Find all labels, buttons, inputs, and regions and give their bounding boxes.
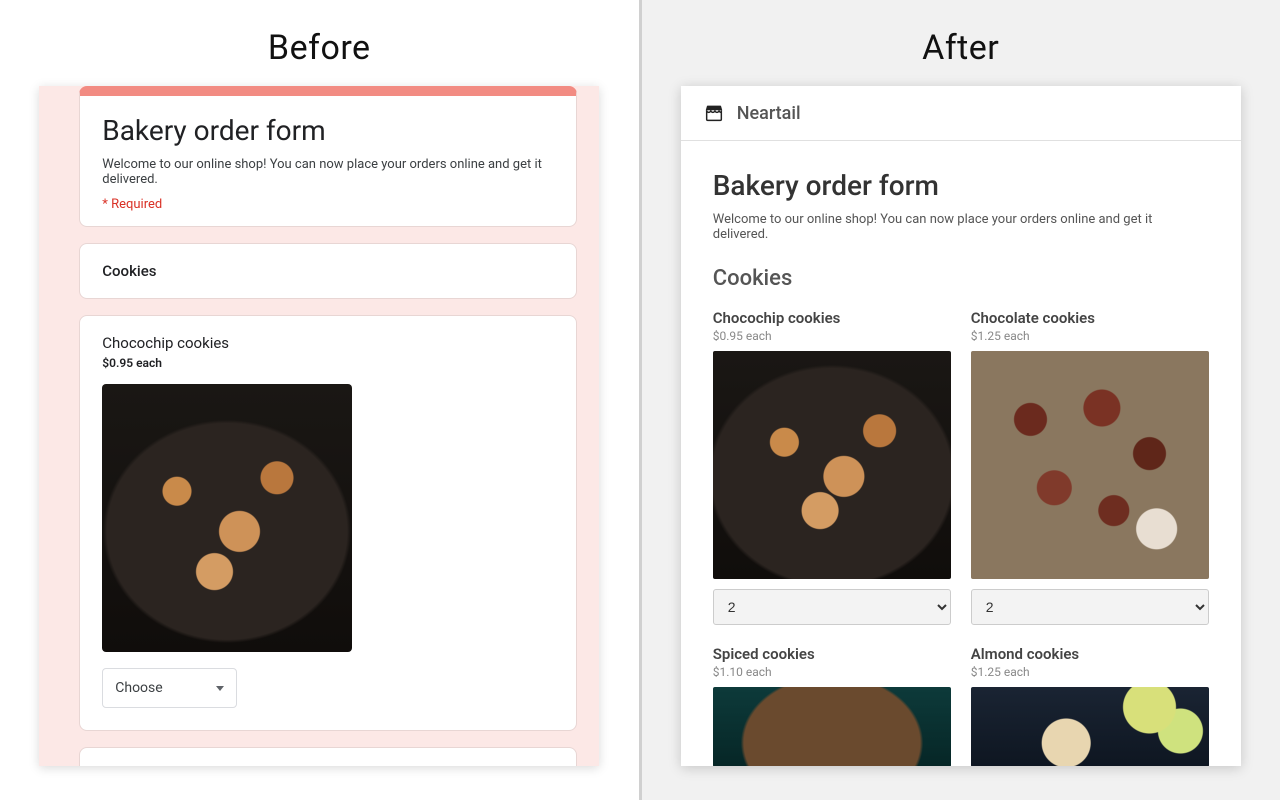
form-header-card: Bakery order form Welcome to our online … <box>79 86 577 227</box>
product-card-chocochip: Chocochip cookies $0.95 each Choose <box>79 315 577 731</box>
quantity-select[interactable]: 2 <box>713 589 951 625</box>
neartail-form-card: Neartail Bakery order form Welcome to ou… <box>681 86 1241 766</box>
before-heading: Before <box>0 0 639 86</box>
form-title: Bakery order form <box>713 169 1209 202</box>
store-icon <box>703 102 725 124</box>
product-image <box>713 687 951 766</box>
product-price: $0.95 each <box>713 329 951 343</box>
after-pane: After Neartail Bakery order form Welcome… <box>642 0 1280 800</box>
form-title: Bakery order form <box>102 114 554 147</box>
neartail-header: Neartail <box>681 86 1241 141</box>
dropdown-label: Choose <box>115 680 162 696</box>
product-name: Chocochip cookies <box>102 334 554 352</box>
required-note: * Required <box>102 197 554 212</box>
product-image <box>971 351 1209 579</box>
product-image <box>713 351 951 579</box>
product-price: $1.25 each <box>971 329 1209 343</box>
comparison-container: Before Bakery order form Welcome to our … <box>0 0 1280 800</box>
before-pane: Before Bakery order form Welcome to our … <box>0 0 642 800</box>
form-description: Welcome to our online shop! You can now … <box>102 157 554 187</box>
product-name: Almond cookies <box>971 645 1209 663</box>
section-card-cookies: Cookies <box>79 243 577 299</box>
product-price: $1.10 each <box>713 665 951 679</box>
chevron-down-icon <box>216 686 224 691</box>
section-title: Cookies <box>102 262 554 280</box>
product-price: $0.95 each <box>102 356 554 370</box>
product-card-almond: Almond cookies $1.25 each <box>971 645 1209 766</box>
neartail-body: Bakery order form Welcome to our online … <box>681 141 1241 766</box>
form-description: Welcome to our online shop! You can now … <box>713 212 1209 242</box>
google-form-card: Bakery order form Welcome to our online … <box>39 86 599 766</box>
product-card-spiced: Spiced cookies $1.10 each <box>713 645 951 766</box>
brand-name: Neartail <box>737 103 801 124</box>
product-image <box>971 687 1209 766</box>
product-card-chocochip: Chocochip cookies $0.95 each 2 <box>713 309 951 625</box>
quantity-dropdown[interactable]: Choose <box>102 668 237 708</box>
product-price: $1.25 each <box>971 665 1209 679</box>
after-heading: After <box>642 0 1280 86</box>
product-image <box>102 384 352 652</box>
section-title: Cookies <box>713 266 1209 291</box>
product-name: Chocolate cookies <box>971 309 1209 327</box>
quantity-select[interactable]: 2 <box>971 589 1209 625</box>
product-card-chocolate: Chocolate cookies $1.25 each <box>79 747 577 766</box>
product-card-chocolate: Chocolate cookies $1.25 each 2 <box>971 309 1209 625</box>
product-grid: Chocochip cookies $0.95 each 2 Chocolate… <box>713 309 1209 766</box>
product-name: Chocochip cookies <box>713 309 951 327</box>
product-name: Spiced cookies <box>713 645 951 663</box>
